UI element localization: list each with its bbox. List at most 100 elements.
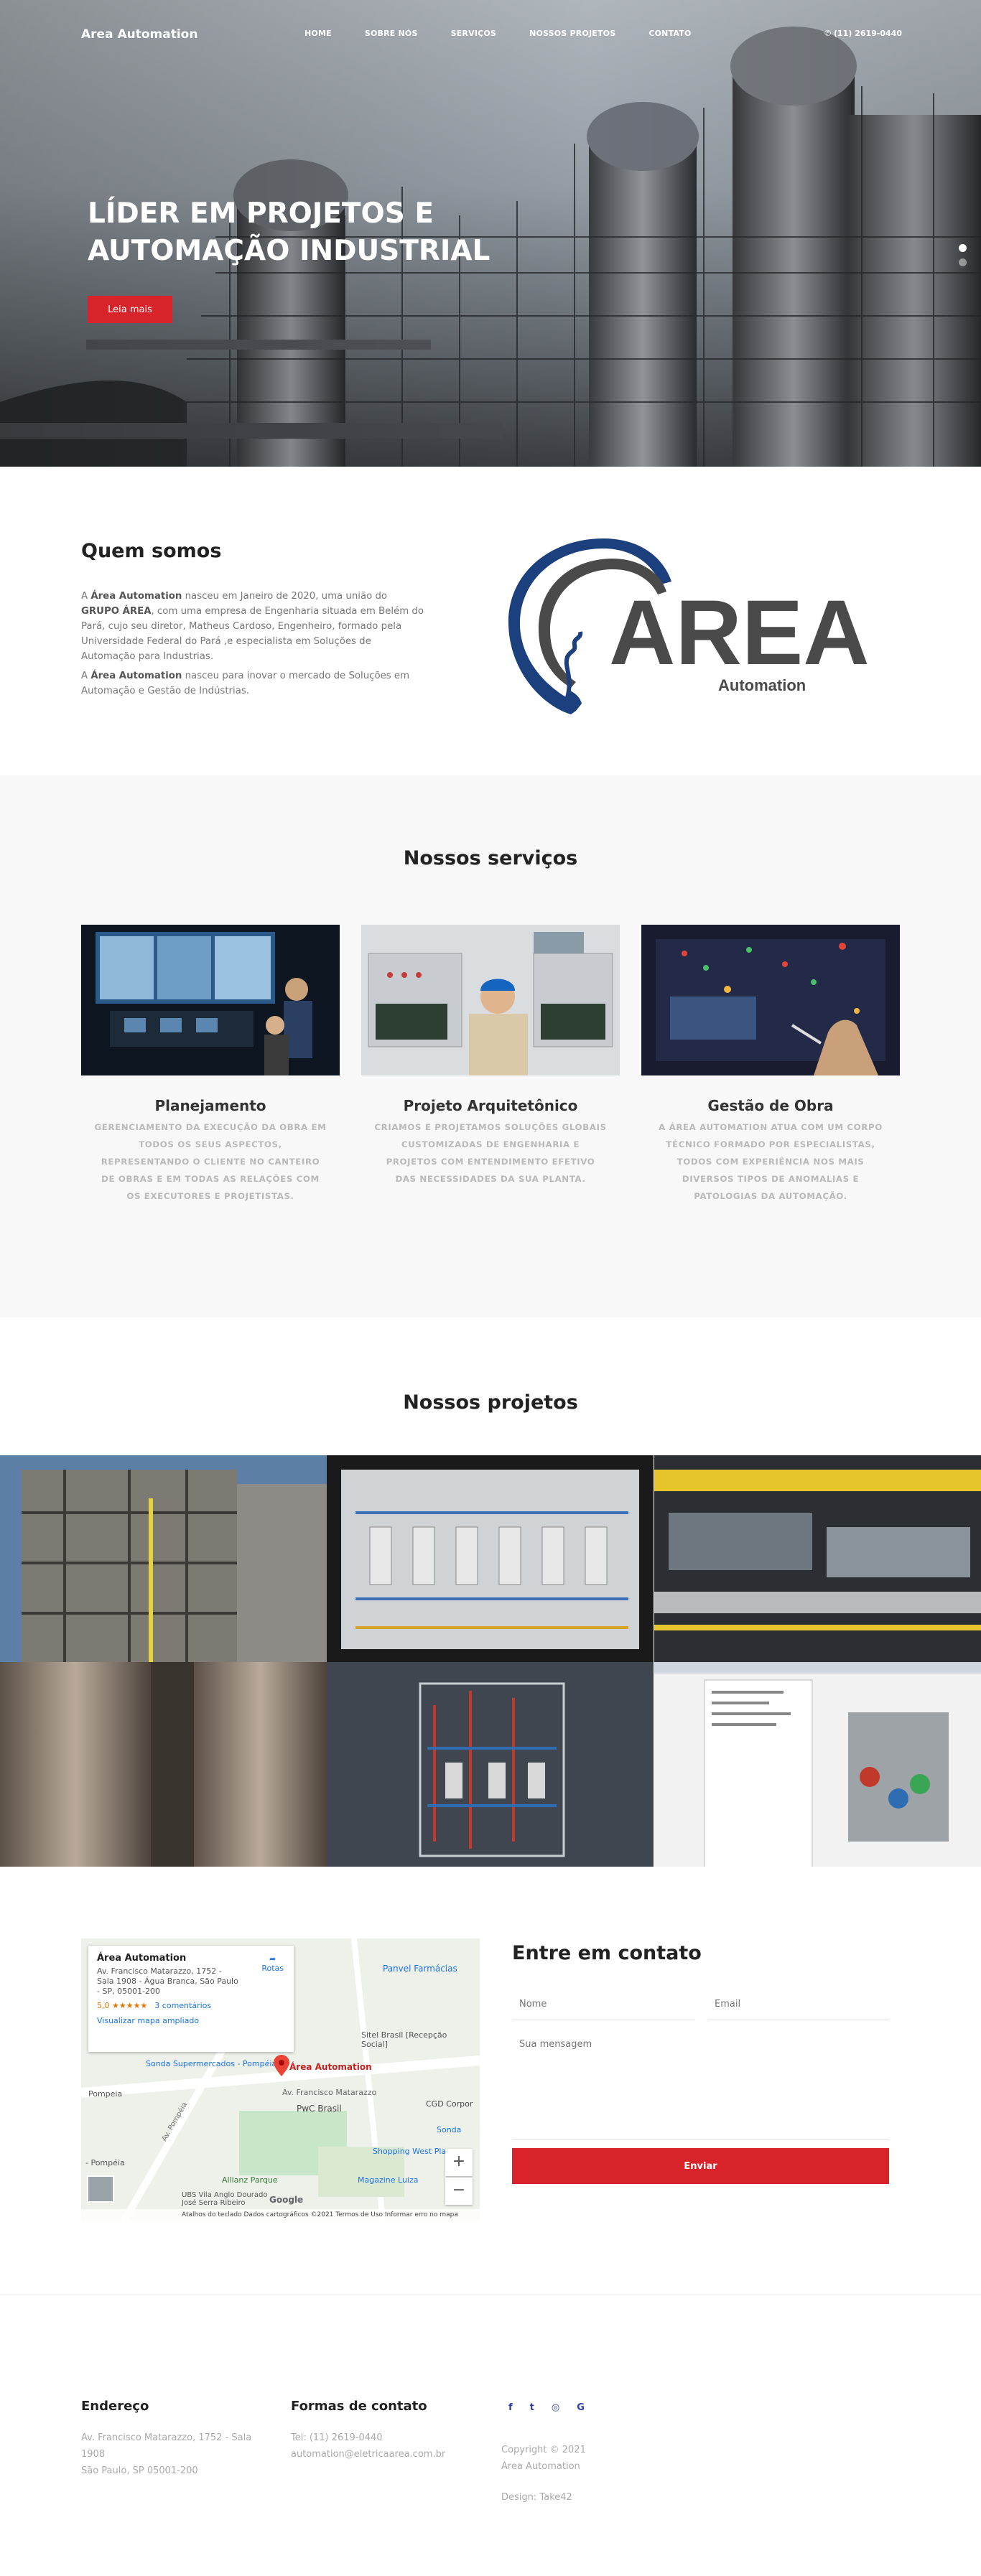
map-reviews-link[interactable]: 3 comentários [154, 2001, 211, 2010]
social-links: f t ◎ G [508, 2402, 585, 2413]
facebook-icon[interactable]: f [508, 2402, 513, 2413]
nav-servicos[interactable]: SERVIÇOS [451, 29, 496, 38]
map-pin-label: Área Automation [289, 2062, 372, 2072]
company-name: Area Automation [501, 2461, 580, 2472]
service-title: Projeto Arquitetônico [403, 1097, 578, 1114]
hero-title-line2: AUTOMAÇÃO INDUSTRIAL [88, 235, 490, 267]
service-card-planejamento: Planejamento Gerenciamento da execução d… [81, 925, 340, 1205]
project-photo-cad-software[interactable] [654, 1662, 981, 1869]
service-description: A Área Automation atua com um corpo técn… [659, 1122, 883, 1201]
map-rating: 5,0 ★★★★★ 3 comentários [97, 2001, 285, 2010]
map-label: - Pompéia [85, 2158, 125, 2167]
service-title: Planejamento [154, 1097, 266, 1114]
control-room-photo [81, 925, 340, 1075]
engineer-panel-photo [361, 925, 620, 1075]
service-description: Gerenciamento da execução da obra em tod… [94, 1122, 327, 1201]
google-map[interactable]: Área Automation Av. Francisco Matarazzo,… [81, 1938, 480, 2221]
footer-contact: Formas de contato Tel: (11) 2619-0440 au… [291, 2399, 445, 2463]
projects-gallery [0, 1455, 981, 1869]
project-photo-plant-structure[interactable] [0, 1455, 327, 1662]
footer-email[interactable]: automation@eletricaarea.com.br [291, 2446, 445, 2463]
area-automation-logo: AREA Automation [508, 538, 870, 714]
slider-dot-2[interactable] [959, 258, 967, 266]
site-footer: Endereço Av. Francisco Matarazzo, 1752 -… [0, 2294, 981, 2576]
map-label: Allianz Parque [222, 2175, 278, 2185]
nav-sobre-nos[interactable]: SOBRE NÓS [365, 29, 418, 38]
footer-address: Endereço Av. Francisco Matarazzo, 1752 -… [81, 2399, 251, 2479]
project-photo-steel-tanks[interactable] [0, 1662, 327, 1869]
map-larger-link[interactable]: Visualizar mapa ampliado [97, 2016, 285, 2025]
service-title: Gestão de Obra [707, 1097, 834, 1114]
map-satellite-toggle[interactable] [87, 2175, 114, 2203]
send-button[interactable]: Enviar [512, 2148, 889, 2184]
footer-phone[interactable]: Tel: (11) 2619-0440 [291, 2430, 445, 2446]
message-field[interactable] [512, 2032, 889, 2139]
top-navigation: Area Automation HOME SOBRE NÓS SERVIÇOS … [0, 0, 981, 69]
name-field[interactable] [512, 1989, 695, 2020]
google-logo: Google [269, 2195, 304, 2205]
map-directions-label: Rotas [261, 1964, 284, 1973]
main-menu: HOME SOBRE NÓS SERVIÇOS NOSSOS PROJETOS … [304, 29, 725, 38]
email-field[interactable] [707, 1989, 889, 2020]
map-directions-button[interactable]: ➦ Rotas [261, 1954, 284, 1973]
nav-phone-number: (11) 2619-0440 [834, 29, 902, 38]
map-label: Panvel Farmácias [383, 1964, 457, 1974]
footer-address-title: Endereço [81, 2399, 149, 2414]
map-zoom-out-button[interactable]: − [445, 2178, 473, 2205]
services-title: Nossos serviços [403, 847, 578, 869]
footer-copyright: Copyright © 2021 Area Automation Design:… [501, 2442, 586, 2506]
map-label: Sonda [437, 2125, 462, 2134]
instagram-icon[interactable]: ◎ [552, 2402, 559, 2413]
google-icon[interactable]: G [577, 2402, 585, 2413]
nav-phone[interactable]: ✆ (11) 2619-0440 [824, 29, 902, 38]
copyright-text: Copyright © 2021 [501, 2445, 586, 2455]
phone-icon: ✆ [824, 29, 834, 38]
about-paragraph-1: A Área Automation nasceu em Janeiro de 2… [81, 591, 424, 662]
hero-title: LÍDER EM PROJETOS E AUTOMAÇÃO INDUSTRIAL [88, 195, 547, 270]
logo-subtitle: Automation [718, 676, 806, 694]
logo-word: AREA [609, 582, 870, 684]
slider-dot-1[interactable] [959, 244, 967, 252]
about-text: A Área Automation nasceu em Janeiro de 2… [81, 589, 426, 703]
map-footer: Atalhos do teclado Dados cartográficos ©… [81, 2209, 480, 2221]
map-label: PwC Brasil [297, 2104, 342, 2114]
projects-title: Nossos projetos [403, 1391, 578, 1414]
about-paragraph-2: A Área Automation nasceu para inovar o m… [81, 671, 410, 696]
contact-title: Entre em contato [512, 1942, 702, 1964]
brand-logo-text[interactable]: Area Automation [81, 27, 197, 42]
map-pin-icon[interactable] [274, 2055, 289, 2076]
map-label: Sitel Brasil [Recepção Social] [361, 2030, 447, 2049]
read-more-button[interactable]: Leia mais [88, 296, 172, 323]
nav-nossos-projetos[interactable]: NOSSOS PROJETOS [529, 29, 615, 38]
map-label: Av. Francisco Matarazzo [282, 2088, 377, 2097]
hero-banner: Area Automation HOME SOBRE NÓS SERVIÇOS … [0, 0, 981, 467]
project-photo-hmi-screen[interactable] [327, 1455, 654, 1662]
map-label: Pompeia [88, 2089, 123, 2099]
map-label: Sonda Supermercados - Pompéia [146, 2059, 277, 2068]
services-section: Nossos serviços Planejamento Gerenciamen… [0, 775, 981, 1317]
map-place-address: Av. Francisco Matarazzo, 1752 - Sala 190… [97, 1966, 238, 1996]
contact-section: Área Automation Av. Francisco Matarazzo,… [0, 1867, 981, 2297]
nav-home[interactable]: HOME [304, 29, 332, 38]
twitter-icon[interactable]: t [530, 2402, 534, 2413]
service-card-projeto-arquitetonico: Projeto Arquitetônico Criamos e projetam… [361, 925, 620, 1187]
map-rating-value: 5,0 ★★★★★ [97, 2001, 148, 2010]
footer-address-line: 1908 [81, 2449, 106, 2460]
map-place-card: Área Automation Av. Francisco Matarazzo,… [88, 1946, 294, 2052]
design-credit[interactable]: Design: Take42 [501, 2489, 586, 2506]
footer-address-line: Av. Francisco Matarazzo, 1752 - Sala [81, 2432, 252, 2443]
map-label: Shopping West Plaza [373, 2147, 455, 2156]
slider-dots [959, 244, 967, 273]
project-photo-industrial-pipes[interactable] [654, 1455, 981, 1662]
nav-contato[interactable]: CONTATO [648, 29, 691, 38]
projects-section: Nossos projetos [0, 1317, 981, 1869]
touch-panel-photo [641, 925, 900, 1075]
footer-contact-title: Formas de contato [291, 2399, 427, 2414]
service-description: Criamos e projetamos soluções globais cu… [374, 1122, 607, 1184]
map-zoom-in-button[interactable]: + [445, 2149, 473, 2176]
project-photo-3d-plant-model[interactable] [327, 1662, 654, 1869]
footer-address-line: São Paulo, SP 05001-200 [81, 2465, 198, 2476]
service-card-gestao-de-obra: Gestão de Obra A Área Automation atua co… [641, 925, 900, 1205]
map-label: UBS Vila Anglo Dourado José Serra Ribeir… [182, 2191, 268, 2207]
about-title: Quem somos [81, 540, 222, 562]
